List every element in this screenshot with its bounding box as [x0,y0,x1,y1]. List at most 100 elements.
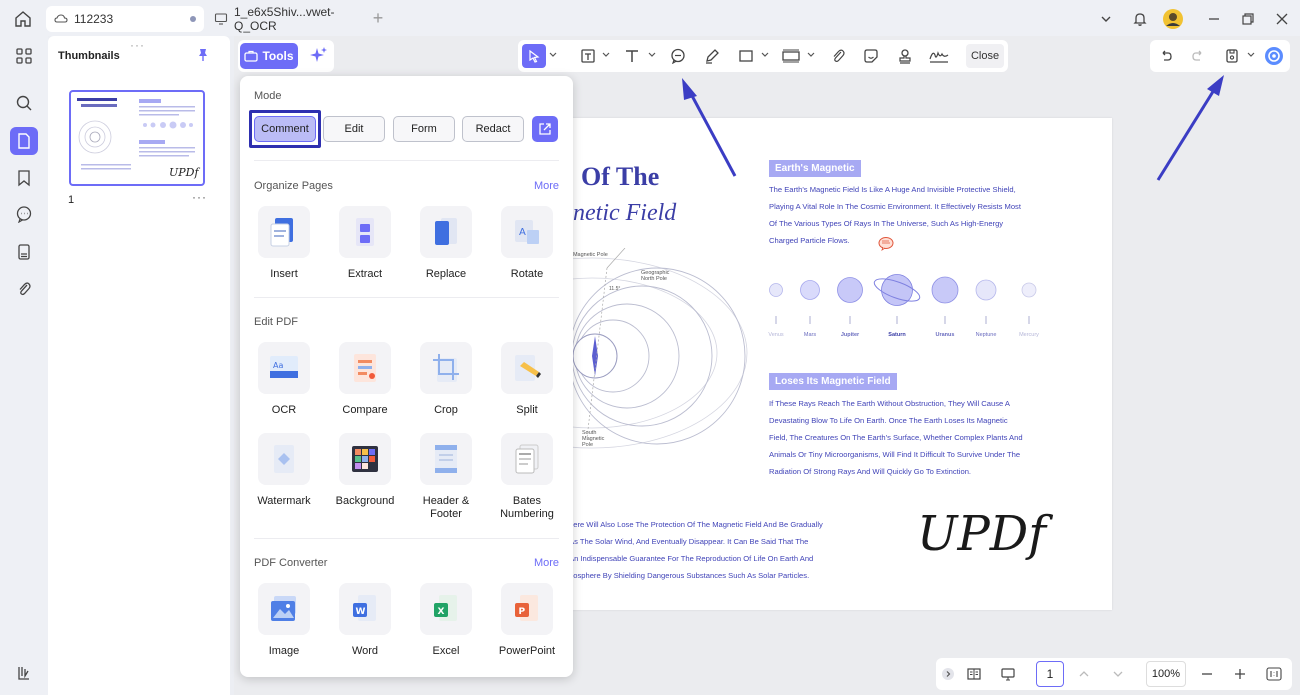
convert-powerpoint-tool[interactable]: P PowerPoint [492,583,562,658]
page-thumbnail[interactable]: UPDf [69,90,205,186]
save-icon[interactable] [1220,44,1244,68]
zoom-level[interactable]: 100% [1146,661,1186,687]
more-options-button[interactable]: ··· [192,190,207,204]
replace-tool[interactable]: Replace [411,206,481,281]
close-window-icon[interactable] [1271,8,1293,30]
bates-numbering-tool[interactable]: Bates Numbering [492,433,562,521]
attachment-icon[interactable] [826,44,850,68]
next-page-icon[interactable] [1106,662,1130,686]
paragraph-line: As The Solar Wind, And Eventually Disapp… [569,537,809,546]
convert-image-tool[interactable]: Image [249,583,319,658]
tools-button[interactable]: Tools [240,43,298,69]
header-footer-icon [420,433,472,485]
organize-more-link[interactable]: More [534,180,559,192]
select-cursor-icon[interactable] [522,44,546,68]
text-box-icon[interactable] [576,44,600,68]
presentation-icon[interactable] [996,662,1020,686]
zoom-in-icon[interactable] [1228,662,1252,686]
updf-ai-icon[interactable] [1262,44,1286,68]
chevron-down-icon[interactable] [761,50,769,60]
paragraph-line: Charged Particle Flows. [769,236,850,245]
toolbox-icon [244,49,259,63]
header-footer-tool[interactable]: Header & Footer [411,433,481,521]
convert-word-tool[interactable]: W Word [330,583,400,658]
highlighter-icon[interactable] [700,44,724,68]
panel-handle[interactable]: ··· [130,38,145,52]
chevron-down-icon[interactable] [1095,8,1117,30]
signature-logo: UPDf [917,506,1046,562]
converter-more-link[interactable]: More [534,557,559,569]
ai-sparkle-icon[interactable] [308,45,330,67]
minimize-icon[interactable] [1203,8,1225,30]
zoom-out-icon[interactable] [1195,662,1219,686]
external-link-icon[interactable] [532,116,558,142]
sidebar-toggle-icon[interactable] [10,659,38,687]
chevron-down-icon[interactable] [648,50,656,60]
tool-label: Word [351,645,379,657]
background-tool[interactable]: Background [330,433,400,508]
page-number-input[interactable]: 1 [1036,661,1064,687]
sticker-icon[interactable] [859,44,883,68]
extract-tool[interactable]: Extract [330,206,400,281]
watermark-tool[interactable]: Watermark [249,433,319,508]
tool-label: Image [268,645,300,657]
organize-title: Organize Pages [254,180,333,192]
split-tool[interactable]: Split [492,342,562,417]
cloud-icon [54,12,68,26]
tools-group: Tools [238,40,334,72]
watermark-icon [258,433,310,485]
undo-icon[interactable] [1154,44,1178,68]
chevron-down-icon[interactable] [807,50,815,60]
attachments-panel-icon[interactable] [10,238,38,266]
comment-marker-icon[interactable] [877,236,895,252]
text-icon[interactable] [620,44,644,68]
close-toolbar-button[interactable]: Close [966,44,1004,68]
mode-form-button[interactable]: Form [393,116,455,142]
comment-note-icon[interactable] [666,44,690,68]
bookmark-icon[interactable] [10,164,38,192]
rotate-tool[interactable]: A Rotate [492,206,562,281]
collapse-arrow-icon[interactable] [936,662,960,686]
powerpoint-icon: P [501,583,553,635]
section-paragraph: If These Rays Reach The Earth Without Ob… [769,395,1099,480]
svg-text:A: A [519,227,526,238]
add-tab-button[interactable]: + [368,8,388,28]
page-number-label: 1 [68,194,75,206]
tab-document-1[interactable]: 112233 [46,6,204,32]
insert-tool[interactable]: Insert [249,206,319,281]
home-icon[interactable] [12,8,34,30]
page-layout-icon[interactable] [962,662,986,686]
search-icon[interactable] [10,89,38,117]
tool-label: Crop [434,404,458,416]
background-icon [339,433,391,485]
chevron-down-icon[interactable] [549,50,557,60]
tab-document-2[interactable]: 1_e6x5Shiv...vwet-Q_OCR [206,5,366,33]
compare-icon [339,342,391,394]
mode-redact-button[interactable]: Redact [462,116,524,142]
comments-icon[interactable] [10,200,38,228]
redo-icon[interactable] [1186,44,1210,68]
bell-icon[interactable] [1129,8,1151,30]
apps-grid-icon[interactable] [10,42,38,70]
pdf-subtitle: gnetic Field [561,200,677,226]
signature-icon[interactable] [927,44,951,68]
chevron-down-icon[interactable] [1247,50,1255,60]
ocr-tool[interactable]: Aa OCR [249,342,319,417]
mode-edit-button[interactable]: Edit [323,116,385,142]
convert-excel-tool[interactable]: X Excel [411,583,481,658]
measure-icon[interactable] [779,44,803,68]
stamp-icon[interactable] [893,44,917,68]
avatar[interactable] [1162,8,1184,30]
crop-tool[interactable]: Crop [411,342,481,417]
previous-page-icon[interactable] [1072,662,1096,686]
tool-label: Rotate [510,268,544,280]
pin-icon[interactable] [196,48,210,62]
rectangle-icon[interactable] [734,44,758,68]
actual-size-icon[interactable] [1262,662,1286,686]
thumbnails-icon[interactable] [10,127,38,155]
restore-icon[interactable] [1237,8,1259,30]
thumbnails-title: Thumbnails [58,50,120,62]
chevron-down-icon[interactable] [602,50,610,60]
compare-tool[interactable]: Compare [330,342,400,417]
paperclip-icon[interactable] [10,275,38,303]
